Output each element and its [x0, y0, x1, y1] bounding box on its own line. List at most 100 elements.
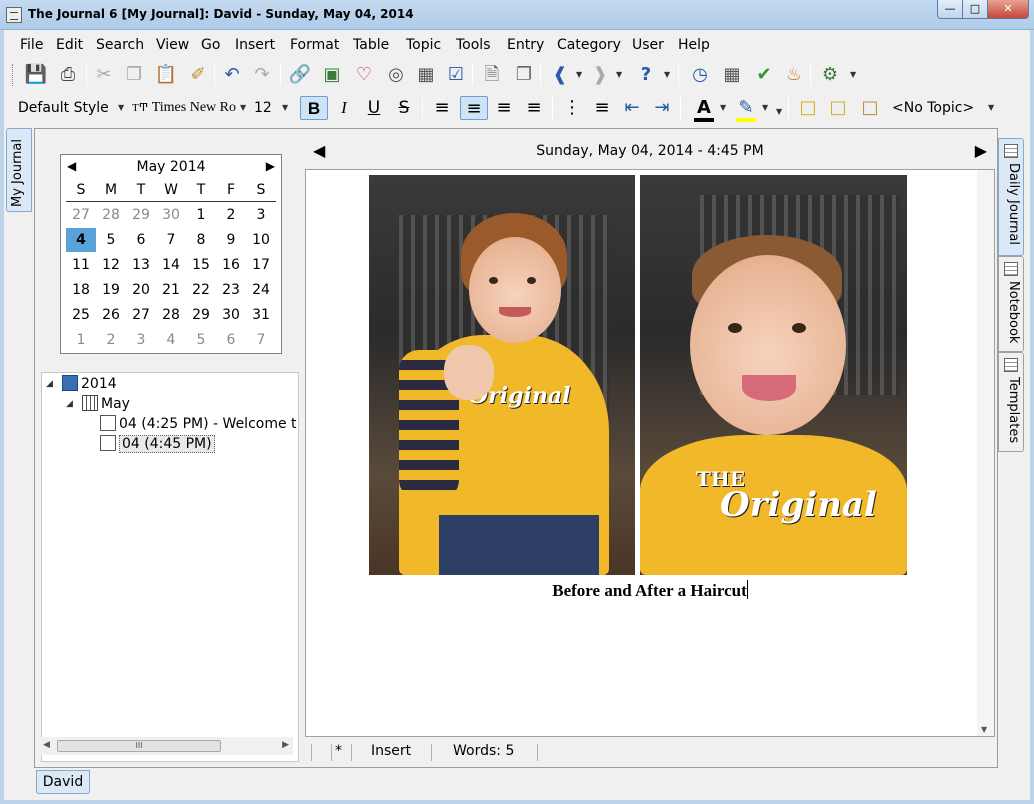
italic-button[interactable]: I: [332, 96, 356, 120]
calendar-day[interactable]: 12: [96, 253, 126, 277]
check-icon[interactable]: ✔: [752, 63, 776, 87]
menu-view[interactable]: View: [156, 37, 189, 53]
calendar-day[interactable]: 5: [186, 328, 216, 352]
calendar-day[interactable]: 4: [66, 228, 96, 252]
scroll-left-icon[interactable]: ◀: [43, 740, 50, 750]
image-icon[interactable]: ▣: [320, 63, 344, 87]
entry-caption[interactable]: Before and After a Haircut: [306, 580, 994, 601]
editor-vertical-scrollbar[interactable]: ▼: [977, 170, 994, 736]
tree-horizontal-scrollbar[interactable]: ◀ III ▶: [41, 737, 293, 755]
calendar-day[interactable]: 7: [156, 228, 186, 252]
calendar-day[interactable]: 20: [126, 278, 156, 302]
calendar-day[interactable]: 2: [96, 328, 126, 352]
calendar-day[interactable]: 27: [66, 203, 96, 227]
calendar-day[interactable]: 30: [216, 303, 246, 327]
paste-icon[interactable]: 📋: [154, 63, 178, 87]
calendar-day[interactable]: 11: [66, 253, 96, 277]
strikethrough-button[interactable]: S: [392, 96, 416, 120]
tab-notebook[interactable]: Notebook: [998, 256, 1024, 352]
back-dropdown-icon[interactable]: ▼: [576, 70, 582, 79]
menu-tools[interactable]: Tools: [456, 37, 491, 53]
calendar-day[interactable]: 18: [66, 278, 96, 302]
calendar-day[interactable]: 7: [246, 328, 276, 352]
calendar-day[interactable]: 15: [186, 253, 216, 277]
calendar-day[interactable]: 28: [156, 303, 186, 327]
calendar-day[interactable]: 21: [156, 278, 186, 302]
tab-daily-journal[interactable]: Daily Journal: [998, 138, 1024, 256]
toolbar-grip[interactable]: [12, 64, 15, 86]
copy-icon[interactable]: ❐: [122, 63, 146, 87]
tree-node-month[interactable]: May: [82, 395, 130, 412]
tree-entry[interactable]: 04 (4:25 PM) - Welcome t: [100, 415, 297, 432]
format-painter-icon[interactable]: ✐: [186, 63, 210, 87]
menu-search[interactable]: Search: [96, 37, 144, 53]
save-icon[interactable]: 💾: [24, 63, 48, 87]
menu-file[interactable]: File: [20, 37, 43, 53]
font-color-dropdown-icon[interactable]: ▼: [720, 103, 726, 112]
close-button[interactable]: ✕: [987, 0, 1029, 19]
outdent-icon[interactable]: ⇤: [620, 96, 644, 120]
menu-user[interactable]: User: [632, 37, 664, 53]
calendar-day[interactable]: 30: [156, 203, 186, 227]
underline-button[interactable]: U: [362, 96, 386, 120]
calendar-day[interactable]: 3: [126, 328, 156, 352]
style-dropdown-icon[interactable]: ▼: [118, 103, 124, 112]
back-icon[interactable]: ❰: [548, 63, 572, 87]
collapse-icon[interactable]: ◢: [66, 399, 73, 409]
tree-entry-selected[interactable]: 04 (4:45 PM): [100, 435, 215, 453]
font-combo[interactable]: TͲ Times New Ro: [128, 96, 244, 120]
topic-dropdown-icon[interactable]: ▼: [988, 103, 994, 112]
menu-go[interactable]: Go: [201, 37, 220, 53]
topic-combo[interactable]: <No Topic>: [888, 96, 988, 120]
calendar-day[interactable]: 27: [126, 303, 156, 327]
calendar-day[interactable]: 2: [216, 203, 246, 227]
calendar-day[interactable]: 5: [96, 228, 126, 252]
calendar-icon[interactable]: ▦: [720, 63, 744, 87]
calendar-day[interactable]: 19: [96, 278, 126, 302]
align-center-icon[interactable]: ≡: [460, 96, 488, 120]
calendar-day[interactable]: 25: [66, 303, 96, 327]
menu-entry[interactable]: Entry: [507, 37, 544, 53]
help-icon[interactable]: ?: [634, 63, 658, 87]
align-left-icon[interactable]: ≡: [430, 96, 454, 120]
maximize-button[interactable]: □: [962, 0, 988, 19]
new-entry-icon[interactable]: 🗎: [480, 63, 504, 87]
tab-my-journal[interactable]: My Journal: [6, 128, 32, 212]
app-icon[interactable]: [6, 7, 22, 23]
calendar-day[interactable]: 4: [156, 328, 186, 352]
menu-topic[interactable]: Topic: [406, 37, 441, 53]
calendar-day[interactable]: 1: [66, 328, 96, 352]
menu-table[interactable]: Table: [353, 37, 389, 53]
calendar-day[interactable]: 17: [246, 253, 276, 277]
calendar-day[interactable]: 24: [246, 278, 276, 302]
tab-user-david[interactable]: David: [36, 770, 90, 794]
font-size-combo[interactable]: 12: [250, 96, 286, 120]
cake-icon[interactable]: ♨: [782, 63, 806, 87]
calendar-day[interactable]: 1: [186, 203, 216, 227]
numbered-list-icon[interactable]: ⋮: [560, 96, 584, 120]
bold-button[interactable]: B: [300, 96, 328, 120]
clock-icon[interactable]: ◷: [688, 63, 712, 87]
calendar-day[interactable]: 22: [186, 278, 216, 302]
cut-icon[interactable]: ✂: [92, 63, 116, 87]
menu-edit[interactable]: Edit: [56, 37, 83, 53]
next-entry-icon[interactable]: ▶: [975, 141, 987, 160]
after-photo[interactable]: THE Original: [640, 175, 907, 575]
highlight-icon[interactable]: ✎: [734, 96, 758, 120]
link-icon[interactable]: 🔗: [288, 63, 312, 87]
toolbar-overflow-icon[interactable]: ▼: [776, 107, 782, 116]
scroll-right-icon[interactable]: ▶: [282, 740, 289, 750]
media-icon[interactable]: ◎: [384, 63, 408, 87]
toolbar-overflow-icon[interactable]: ▼: [664, 70, 670, 79]
scroll-down-icon[interactable]: ▼: [981, 725, 987, 734]
redo-icon[interactable]: ↷: [250, 63, 274, 87]
emotion-icon[interactable]: ♡: [352, 63, 376, 87]
menu-format[interactable]: Format: [290, 37, 339, 53]
forward-icon[interactable]: ❱: [588, 63, 612, 87]
calendar-day[interactable]: 10: [246, 228, 276, 252]
calendar-day[interactable]: 6: [126, 228, 156, 252]
calendar-day[interactable]: 29: [126, 203, 156, 227]
topic-icon[interactable]: □: [858, 96, 882, 120]
bullet-list-icon[interactable]: ≡: [590, 96, 614, 120]
calendar-day[interactable]: 26: [96, 303, 126, 327]
